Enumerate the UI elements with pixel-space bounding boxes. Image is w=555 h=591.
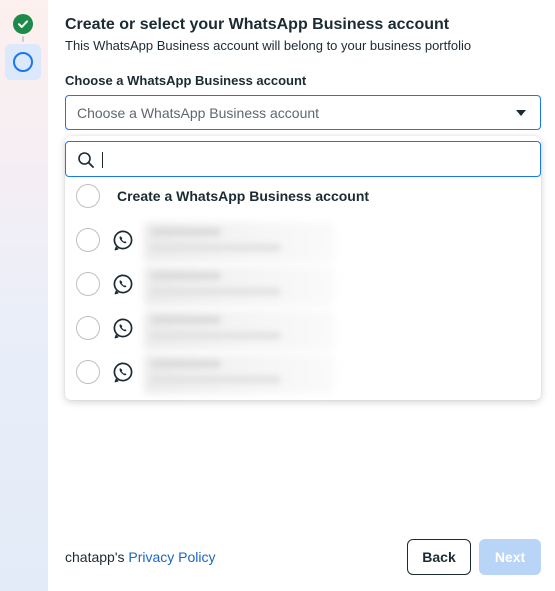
page-subtitle: This WhatsApp Business account will belo… [65,38,472,53]
page-title: Create or select your WhatsApp Business … [65,16,450,33]
redacted-account-id [151,376,281,383]
whatsapp-icon [113,230,133,251]
radio-button[interactable] [76,228,100,252]
stepper-rail [0,0,48,591]
whatsapp-icon [113,318,133,339]
step-connector [22,36,24,42]
check-icon [18,20,28,28]
search-input[interactable] [106,148,526,172]
caret-down-icon [516,110,526,116]
whatsapp-icon [113,274,133,295]
account-field-label: Choose a WhatsApp Business account [65,73,307,88]
option-account[interactable] [65,350,541,394]
step-current [5,44,41,80]
next-button[interactable]: Next [479,539,541,575]
redacted-account-id [151,244,281,251]
redacted-account-name [151,272,221,280]
create-account-label: Create a WhatsApp Business account [117,188,370,204]
option-account[interactable] [65,262,541,306]
privacy-policy-link[interactable]: Privacy Policy [128,549,215,565]
redacted-account-name [151,360,221,368]
step-completed [13,14,33,34]
option-account[interactable] [65,218,541,262]
whatsapp-setup-dialog: Create or select your WhatsApp Business … [0,0,555,591]
redacted-account-name [151,228,221,236]
redacted-account-id [151,332,281,339]
text-cursor [102,152,103,168]
redacted-account-id [151,288,281,295]
search-icon [78,152,94,168]
radio-button[interactable] [76,184,100,208]
radio-button[interactable] [76,360,100,384]
radio-button[interactable] [76,272,100,296]
search-box[interactable] [65,141,541,177]
option-create-account[interactable]: Create a WhatsApp Business account [65,174,541,218]
back-button[interactable]: Back [407,539,471,575]
radio-button[interactable] [76,316,100,340]
circle-icon [13,52,33,72]
account-select-placeholder: Choose a WhatsApp Business account [77,104,320,121]
account-dropdown: Create a WhatsApp Business account [65,136,541,400]
whatsapp-icon [113,362,133,383]
redacted-account-name [151,316,221,324]
privacy-prefix: chatapp's [65,549,129,565]
option-account[interactable] [65,306,541,350]
account-select[interactable]: Choose a WhatsApp Business account [65,95,541,130]
privacy-notice: chatapp's Privacy Policy [65,549,216,565]
